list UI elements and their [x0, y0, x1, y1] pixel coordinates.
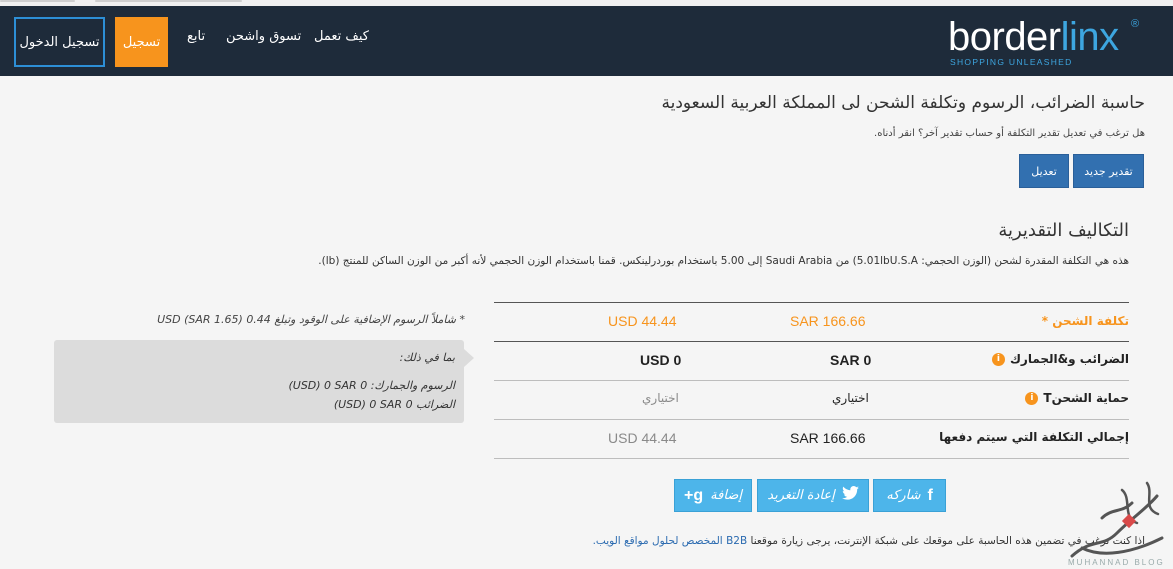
protection-usd: اختياري: [642, 391, 679, 405]
borderlinx-logo[interactable]: borderlinx ® SHOPPING UNLEASHED: [948, 14, 1148, 70]
register-button[interactable]: تسجيل: [115, 17, 168, 67]
twitter-retweet-button[interactable]: إعادة التغريد: [757, 479, 869, 512]
logo-tagline: SHOPPING UNLEASHED: [950, 57, 1073, 67]
row-label-protection: حماية الشحنT i: [1025, 391, 1129, 405]
table-divider: [494, 380, 1129, 381]
new-estimate-button[interactable]: تقدير جديد: [1073, 154, 1144, 188]
shipping-cost-usd: USD 44.44: [608, 313, 677, 329]
estimated-costs-heading: التكاليف التقديرية: [998, 220, 1129, 241]
twitter-bird-icon: [841, 486, 859, 505]
table-divider: [494, 302, 1129, 303]
tooltip-taxes-line: الضرائب 0 USD) 0 SAR): [333, 398, 455, 411]
shipping-cost-sar: SAR 166.66: [790, 313, 866, 329]
table-divider: [494, 458, 1129, 459]
tooltip-heading: بما في ذلك:: [399, 351, 455, 364]
site-header: borderlinx ® SHOPPING UNLEASHED كيف تعمل…: [0, 6, 1173, 76]
edit-button[interactable]: تعديل: [1019, 154, 1069, 188]
estimate-description: هذه هي التكلفة المقدرة لشحن (الوزن الحجم…: [318, 255, 1129, 267]
info-icon[interactable]: i: [1025, 391, 1039, 405]
page-subtitle: هل ترغب في تعديل تقدير التكلفة أو حساب ت…: [874, 128, 1145, 139]
fuel-surcharge-note: * شاملاً الرسوم الإضافية على الوقود وتبل…: [157, 313, 465, 326]
total-usd: USD 44.44: [608, 430, 677, 446]
muhannad-signature-watermark: [1070, 481, 1164, 558]
gplus-add-button[interactable]: إضافة g+: [674, 479, 752, 512]
watermark-text: MUHANNAD BLOG: [1068, 558, 1165, 567]
tab-placeholder: [95, 0, 242, 2]
page-title: حاسبة الضرائب، الرسوم وتكلفة الشحن لى ال…: [661, 93, 1145, 113]
taxes-usd: USD 0: [640, 352, 682, 368]
nav-how-it-works[interactable]: كيف تعمل: [314, 29, 369, 44]
facebook-share-button[interactable]: f شاركه: [873, 479, 946, 512]
login-button[interactable]: تسجيل الدخول: [14, 17, 105, 67]
row-label-total: إجمالي التكلفة التي سيتم دفعها: [939, 430, 1129, 444]
row-label-taxes: الضرائب و&الجمارك i: [991, 352, 1129, 366]
registered-mark: ®: [1131, 18, 1140, 30]
nav-track[interactable]: تابع: [187, 29, 205, 44]
b2b-link[interactable]: B2B المخصص لحلول مواقع الويب.: [593, 535, 748, 547]
google-plus-icon: g+: [684, 486, 704, 504]
table-divider: [494, 341, 1129, 342]
tab-placeholder: [0, 0, 75, 2]
table-divider: [494, 419, 1129, 420]
facebook-icon: f: [927, 486, 933, 504]
nav-shop-ship[interactable]: تسوق واشحن: [226, 29, 301, 44]
total-sar: SAR 166.66: [790, 430, 866, 446]
info-icon[interactable]: i: [991, 352, 1005, 366]
protection-sar: اختياري: [832, 391, 869, 405]
tooltip-customs-line: الرسوم والجمارك: 0 USD) 0 SAR): [288, 379, 455, 392]
tooltip-arrow: [464, 349, 474, 367]
row-label-shipping: تكلفة الشحن *: [1041, 314, 1129, 328]
taxes-sar: SAR 0: [830, 352, 872, 368]
logo-text: borderlinx: [948, 15, 1119, 59]
